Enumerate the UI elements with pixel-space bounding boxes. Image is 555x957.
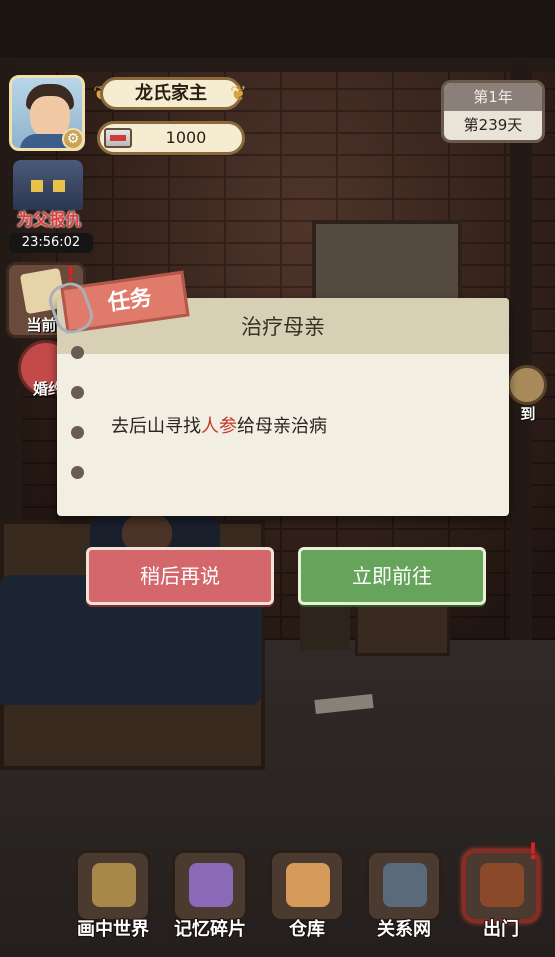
- revenge-event-button[interactable]: 为父报仇 23:56:02: [5, 160, 93, 253]
- calendar-day: 第239天: [463, 116, 523, 134]
- notebook-hole: [71, 386, 84, 399]
- later-button[interactable]: 稍后再说: [86, 547, 274, 605]
- warehouse-icon: [286, 863, 330, 907]
- nav-label: 仓库: [289, 919, 325, 940]
- nav-warehouse[interactable]: 仓库: [267, 850, 347, 945]
- nav-label: 关系网: [377, 919, 431, 940]
- task-highlight-item: 人参: [201, 416, 237, 437]
- cash-stack-icon: [104, 128, 132, 148]
- calendar: 第1年 第239天: [441, 80, 545, 143]
- people-icon: [383, 863, 427, 907]
- revenge-event-title: 为父报仇: [16, 210, 81, 229]
- checkin-label: 到: [520, 405, 536, 423]
- nav-relationships[interactable]: 关系网: [364, 850, 444, 945]
- notebook-hole: [71, 466, 84, 479]
- event-countdown: 23:56:02: [9, 233, 93, 253]
- nav-label: 画中世界: [77, 919, 149, 940]
- calendar-year: 第1年: [444, 83, 542, 111]
- currency-bar: 1000: [97, 121, 245, 155]
- money-value: 1000: [165, 128, 207, 147]
- notebook-hole: [71, 346, 84, 359]
- notebook-hole: [71, 426, 84, 439]
- go-now-button[interactable]: 立即前往: [298, 547, 486, 605]
- checkin-icon: [507, 365, 547, 405]
- player-title: 龙氏家主: [100, 77, 242, 110]
- checkin-button[interactable]: 到: [503, 365, 553, 425]
- nav-memory-fragments[interactable]: 记忆碎片: [170, 850, 250, 945]
- alert-icon: !: [528, 840, 539, 865]
- gear-icon[interactable]: ⚙: [62, 128, 84, 150]
- mansion-icon: [13, 160, 83, 210]
- chained-painting-icon: [92, 863, 136, 907]
- door-icon: [480, 863, 524, 907]
- nav-painting-world[interactable]: 画中世界: [73, 850, 153, 945]
- laurel-right-icon: ❦: [230, 81, 247, 105]
- task-dialog: 治疗母亲: [57, 298, 509, 516]
- nav-label: 记忆碎片: [174, 919, 246, 940]
- puzzle-brain-icon: [189, 863, 233, 907]
- task-description: 去后山寻找人参给母亲治病: [111, 416, 327, 437]
- nav-label: 出门: [483, 919, 519, 940]
